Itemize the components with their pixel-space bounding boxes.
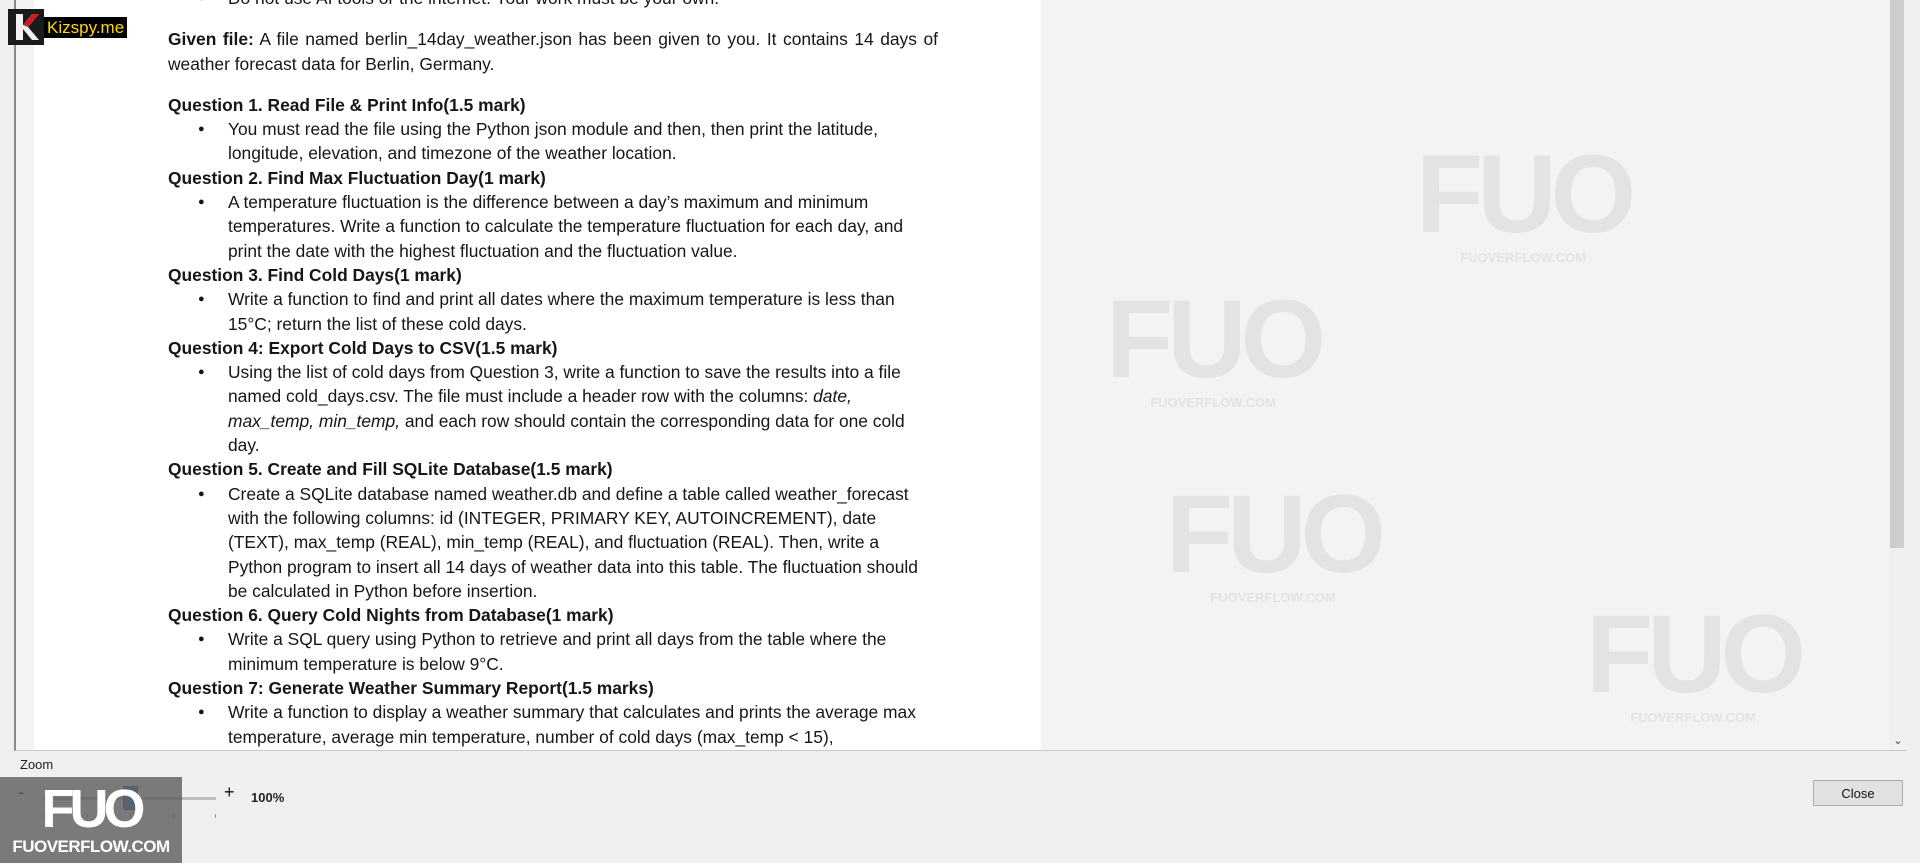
- vertical-scrollbar[interactable]: ⌄: [1889, 0, 1907, 750]
- watermark-mark: FUO: [1416, 133, 1636, 256]
- watermark: FUO FUOVERFLOW.COM: [1416, 133, 1636, 266]
- viewer-background: FUO FUOVERFLOW.COM FUO FUOVERFLOW.COM FUO F…: [1041, 0, 1907, 750]
- question-7-list: Write a function to display a weather su…: [168, 700, 938, 749]
- question-5-bullet: Create a SQLite database named weather.d…: [168, 482, 938, 603]
- question-5-list: Create a SQLite database named weather.d…: [168, 482, 938, 603]
- kizspy-k-icon: [8, 9, 44, 45]
- fuoverflow-logo: FUO FUOVERFLOW.COM: [0, 777, 182, 863]
- zoom-in-button[interactable]: +: [224, 782, 235, 803]
- question-2-bullet: A temperature fluctuation is the differe…: [168, 190, 938, 263]
- rules-list: Do not use AI tools or the internet. You…: [168, 0, 938, 11]
- question-4-bullet-pre: Using the list of cold days from Questio…: [228, 362, 901, 407]
- kizspy-logo: Kizspy.me: [8, 9, 128, 45]
- question-7-bullet: Write a function to display a weather su…: [168, 700, 938, 749]
- rule-item: Do not use AI tools or the internet. You…: [168, 0, 938, 11]
- document-page: Do not use AI tools or the internet. You…: [34, 0, 1041, 750]
- scroll-down-arrow-icon[interactable]: ⌄: [1891, 734, 1905, 748]
- question-2-list: A temperature fluctuation is the differe…: [168, 190, 938, 263]
- fuoverflow-text: FUOVERFLOW.COM: [12, 837, 170, 856]
- watermark: FUO FUOVERFLOW.COM: [1106, 278, 1326, 411]
- watermark: FUO FUOVERFLOW.COM: [1166, 473, 1386, 606]
- question-6-list: Write a SQL query using Python to retrie…: [168, 627, 938, 676]
- watermark-mark: FUO: [1106, 278, 1326, 401]
- zoom-value: 100%: [251, 790, 285, 805]
- question-4-heading: Question 4: Export Cold Days to CSV(1.5 …: [168, 337, 558, 358]
- question-3-bullet: Write a function to find and print all d…: [168, 287, 938, 336]
- question-7-heading: Question 7: Generate Weather Summary Rep…: [168, 678, 654, 699]
- scrollbar-thumb[interactable]: [1890, 0, 1904, 548]
- question-1-heading: Question 1. Read File & Print Info(1.5 m…: [168, 94, 526, 115]
- watermark: FUO FUOVERFLOW.COM: [1586, 593, 1806, 726]
- question-6-bullet: Write a SQL query using Python to retrie…: [168, 627, 938, 676]
- watermark-mark: FUO: [1586, 593, 1806, 716]
- question-4-list: Using the list of cold days from Questio…: [168, 360, 938, 457]
- question-1-bullet: You must read the file using the Python …: [168, 117, 938, 166]
- given-file-label: Given file:: [168, 29, 254, 50]
- zoom-label: Zoom: [20, 757, 54, 772]
- zoom-tick: [215, 814, 216, 818]
- question-1-list: You must read the file using the Python …: [168, 117, 938, 166]
- document-viewer[interactable]: Do not use AI tools or the internet. You…: [14, 0, 1907, 751]
- given-file-paragraph: Given file: A file named berlin_14day_we…: [168, 27, 938, 76]
- question-5-heading: Question 5. Create and Fill SQLite Datab…: [168, 459, 613, 480]
- close-button[interactable]: Close: [1813, 780, 1903, 806]
- question-4-bullet: Using the list of cold days from Questio…: [168, 360, 938, 457]
- document-body: Do not use AI tools or the internet. You…: [168, 0, 938, 749]
- given-file-text: A file named berlin_14day_weather.json h…: [168, 29, 938, 74]
- question-2-heading: Question 2. Find Max Fluctuation Day(1 m…: [168, 167, 546, 188]
- kizspy-text: Kizspy.me: [44, 16, 128, 38]
- watermark-mark: FUO: [1166, 473, 1386, 596]
- question-3-list: Write a function to find and print all d…: [168, 287, 938, 336]
- fuo-mark: FUO: [41, 779, 146, 839]
- question-6-heading: Question 6. Query Cold Nights from Datab…: [168, 605, 614, 626]
- question-3-heading: Question 3. Find Cold Days(1 mark): [168, 264, 462, 285]
